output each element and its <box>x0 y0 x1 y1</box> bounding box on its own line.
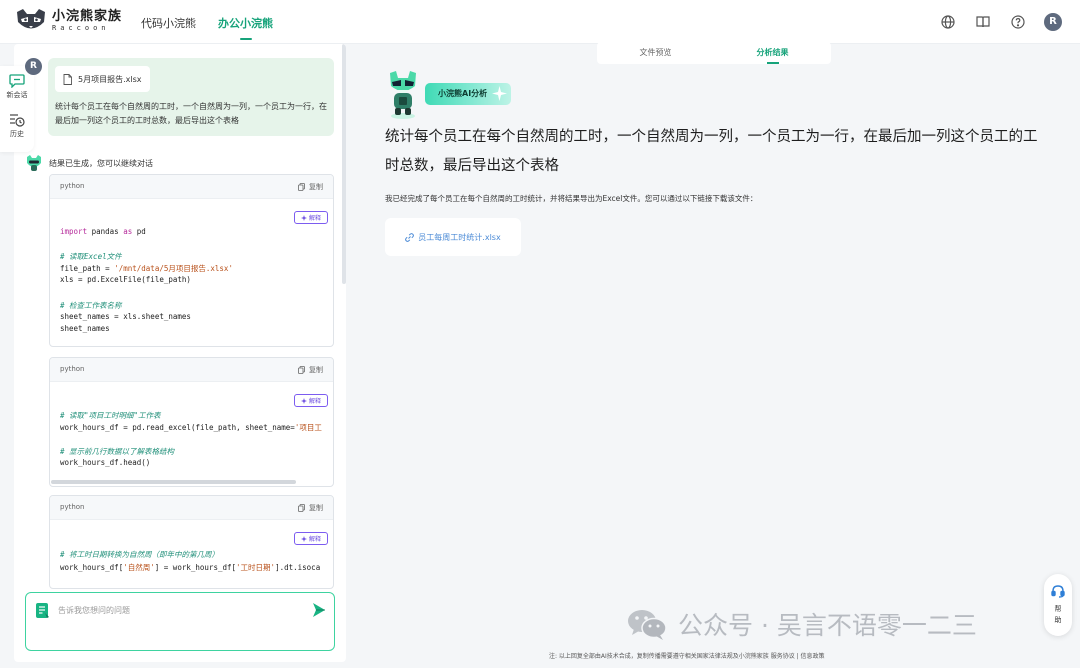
code-line: work_hours_df.head() <box>60 458 151 467</box>
code-block-3: python 复制 解释 # 将工时日期转换为自然周（即年中的第几周） work… <box>49 495 334 589</box>
copy-button[interactable]: 复制 <box>298 182 323 192</box>
code-line: work_hours_df['自然周'] = work_hours_df['工时… <box>60 563 321 572</box>
new-chat-icon <box>9 74 25 88</box>
code-line: # 检查工作表名称 <box>60 301 122 310</box>
rail-new-chat[interactable]: 新会话 <box>0 74 34 100</box>
chat-scrollbar[interactable] <box>342 44 346 284</box>
copy-label: 复制 <box>309 366 323 374</box>
code-line: # 读取Excel文件 <box>60 252 122 261</box>
top-header: 小浣熊家族 Raccoon 代码小浣熊 办公小浣熊 R <box>0 0 1080 44</box>
rail-new-chat-label: 新会话 <box>6 91 28 99</box>
logo-en-text: Raccoon <box>52 24 110 32</box>
code-block-1: python 复制 解释 import pandas as pd # 读取Exc… <box>49 174 334 347</box>
copy-icon <box>298 183 305 191</box>
prompt-document-icon[interactable] <box>36 603 50 619</box>
explain-label: 解释 <box>308 536 321 543</box>
explain-button[interactable]: 解释 <box>294 532 328 545</box>
headset-icon <box>1051 585 1065 598</box>
user-message-avatar: R <box>25 58 42 75</box>
send-icon[interactable] <box>312 602 326 618</box>
code-horizontal-scrollbar[interactable] <box>51 480 296 484</box>
link-icon <box>405 232 415 242</box>
logo-cn-text: 小浣熊家族 <box>52 9 123 24</box>
book-icon[interactable] <box>975 14 991 30</box>
chat-input-placeholder[interactable]: 告诉我您想问的问题 <box>58 605 130 616</box>
analysis-summary-text: 我已经完成了每个员工在每个自然周的工时统计，并将结果导出为Excel文件。您可以… <box>385 194 758 203</box>
sparkle-icon <box>492 86 507 101</box>
explain-label: 解释 <box>308 215 321 222</box>
wechat-watermark: 公众号 · 吴言不语零一二三 <box>626 606 977 642</box>
sparkle-icon <box>300 214 307 221</box>
ai-disclaimer: 注: 以上回复全部由AI技术合成，复制传播需要遵守相关国家法律法规及小浣熊家族 … <box>549 653 825 660</box>
ai-analysis-badge-label: 小浣熊AI分析 <box>438 89 488 98</box>
attachment-name: 5月项目报告.xlsx <box>78 74 142 84</box>
code-line: sheet_names <box>60 324 110 333</box>
explain-button[interactable]: 解释 <box>294 394 328 407</box>
rail-history-label: 历史 <box>10 130 24 138</box>
watermark-text: 公众号 · 吴言不语零一二三 <box>678 611 977 640</box>
code-line: work_hours_df = pd.read_excel(file_path,… <box>60 423 322 432</box>
analysis-query-title: 统计每个员工在每个自然周的工时，一个自然周为一列，一个员工为一行，在最后加一列这… <box>385 129 1038 174</box>
globe-icon[interactable] <box>940 14 956 30</box>
file-icon <box>63 73 72 85</box>
tab-office-raccoon[interactable]: 办公小浣熊 <box>218 15 273 40</box>
user-message-text: 统计每个员工在每个自然周的工时，一个自然周为一列，一个员工为一行，在最后加一列这… <box>55 102 327 125</box>
tab-analysis-result[interactable]: 分析结果 <box>714 42 831 64</box>
code-line: xls = pd.ExcelFile(file_path) <box>60 275 191 284</box>
code-line: # 显示前几行数据以了解表格结构 <box>60 447 175 456</box>
sparkle-icon <box>300 535 307 542</box>
user-message-bubble: 5月项目报告.xlsx 统计每个员工在每个自然周的工时，一个自然周为一列，一个员… <box>48 58 334 136</box>
help-label: 帮助 <box>1054 605 1062 624</box>
history-icon <box>10 114 25 127</box>
rail-history[interactable]: 历史 <box>0 113 34 139</box>
download-file-link[interactable]: 员工每周工时统计.xlsx <box>385 218 521 256</box>
copy-button[interactable]: 复制 <box>298 503 323 513</box>
explain-label: 解释 <box>308 398 321 405</box>
copy-label: 复制 <box>309 504 323 512</box>
copy-button[interactable]: 复制 <box>298 365 323 375</box>
help-circle-icon[interactable] <box>1010 14 1026 30</box>
copy-icon <box>298 504 305 512</box>
explain-button[interactable]: 解释 <box>294 211 328 224</box>
raccoon-logo-icon <box>17 9 45 29</box>
code-line: # 将工时日期转换为自然周（即年中的第几周） <box>60 550 220 559</box>
ai-analysis-badge: 小浣熊AI分析 <box>425 83 511 105</box>
bot-status-text: 结果已生成，您可以继续对话 <box>49 159 153 168</box>
code-language: python <box>60 503 85 511</box>
copy-icon <box>298 366 305 374</box>
code-line: # 读取"项目工时明细"工作表 <box>60 411 161 420</box>
chat-panel: R 5月项目报告.xlsx 统计每个员工在每个自然周的工时，一个自然周为一列，一… <box>14 44 346 662</box>
code-language: python <box>60 365 85 373</box>
side-rail: 新会话 历史 <box>0 66 34 152</box>
wechat-icon <box>628 610 667 640</box>
user-avatar[interactable]: R <box>1044 13 1062 31</box>
code-language: python <box>60 182 85 190</box>
code-line: file_path = '/mnt/data/5月项目报告.xlsx' <box>60 264 233 273</box>
tab-file-preview[interactable]: 文件预览 <box>597 42 714 64</box>
code-block-2: python 复制 解释 # 读取"项目工时明细"工作表 work_hours_… <box>49 357 334 487</box>
chat-input-box[interactable]: 告诉我您想问的问题 <box>25 592 335 651</box>
download-file-name: 员工每周工时统计.xlsx <box>418 232 501 242</box>
copy-label: 复制 <box>309 183 323 191</box>
sparkle-icon <box>300 397 307 404</box>
raccoon-mascot-icon <box>390 71 416 119</box>
raccoon-bot-avatar-icon <box>27 155 41 171</box>
tab-code-raccoon[interactable]: 代码小浣熊 <box>141 15 196 31</box>
code-line: sheet_names = xls.sheet_names <box>60 312 191 321</box>
help-button[interactable]: 帮助 <box>1044 574 1072 636</box>
result-view-toggle: 文件预览 分析结果 <box>597 42 831 64</box>
brand-logo[interactable]: 小浣熊家族 Raccoon <box>14 8 122 34</box>
code-line: import pandas as pd <box>60 227 146 236</box>
attachment-chip[interactable]: 5月项目报告.xlsx <box>55 66 150 92</box>
